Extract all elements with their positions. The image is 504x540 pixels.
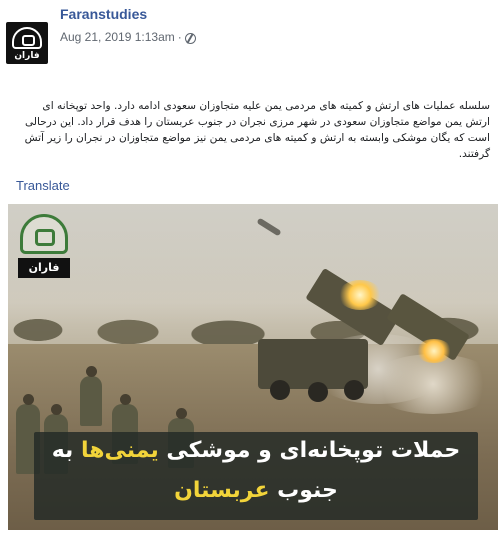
smoke-cloud <box>368 354 498 414</box>
caption-text: به <box>51 438 81 463</box>
soldier <box>80 366 102 426</box>
truck-wheel <box>308 382 328 402</box>
image-caption-box: حملات توپخانه‌ای و موشکی یمنی‌ها به جنوب… <box>34 432 478 520</box>
launch-flash <box>416 339 452 363</box>
translate-link[interactable]: Translate <box>16 178 70 193</box>
caption-highlight: عربستان <box>174 478 270 503</box>
post-timestamp[interactable]: Aug 21, 2019 1:13am <box>60 30 175 44</box>
globe-icon[interactable] <box>184 32 196 44</box>
truck-wheel <box>344 380 364 400</box>
launch-flash <box>338 280 382 310</box>
post-image[interactable]: فاران حملات توپخانه‌ای و موشکی یمنی‌ها ب… <box>8 204 498 530</box>
faran-arch-icon <box>20 214 68 254</box>
meta-separator: · <box>177 30 182 44</box>
caption-text: حملات توپخانه‌ای و موشکی <box>158 438 461 463</box>
faran-logo-icon <box>12 27 42 49</box>
caption-line-2: جنوب عربستان <box>34 478 478 503</box>
post-body-text: سلسله عملیات های ارتش و کمیته های مردمی … <box>24 100 490 160</box>
caption-highlight: یمنی‌ها <box>80 438 159 463</box>
avatar-label: فاران <box>14 51 40 61</box>
post-meta: Aug 21, 2019 1:13am · <box>60 30 196 44</box>
watermark-label: فاران <box>18 258 70 278</box>
page-name-link[interactable]: Faranstudies <box>60 6 147 22</box>
page-avatar[interactable]: فاران <box>6 22 48 64</box>
caption-line-1: حملات توپخانه‌ای و موشکی یمنی‌ها به <box>34 438 478 463</box>
truck-wheel <box>270 380 290 400</box>
faran-watermark-logo: فاران <box>18 214 70 282</box>
caption-text: جنوب <box>269 478 338 503</box>
